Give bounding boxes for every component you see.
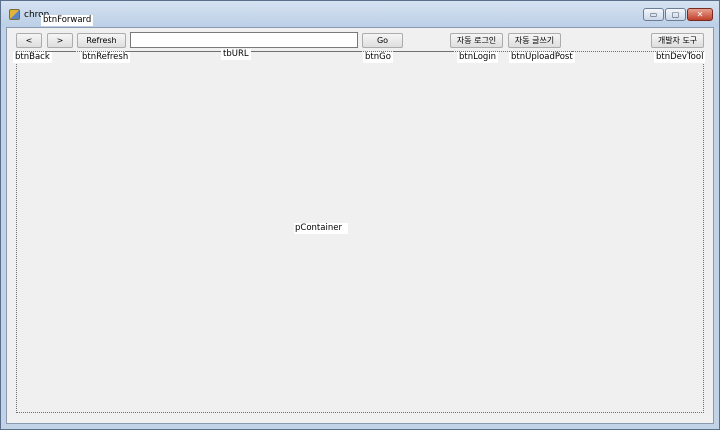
go-button[interactable]: Go (362, 33, 403, 48)
btnDevTool-design-label: btnDevTool (654, 52, 706, 63)
btnBack-design-label: btnBack (13, 52, 52, 63)
url-input[interactable] (130, 32, 358, 48)
auto-login-button[interactable]: 자동 로그인 (450, 33, 503, 48)
btnForward-design-label: btnForward (41, 15, 94, 26)
close-icon: ✕ (696, 9, 704, 19)
window-controls: ▭ ▢ ✕ (643, 8, 713, 21)
btnUploadPost-design-label: btnUploadPost (509, 52, 575, 63)
refresh-button[interactable]: Refresh (77, 33, 126, 48)
content-container-panel[interactable]: pContainer (16, 51, 704, 413)
close-button[interactable]: ✕ (687, 8, 713, 21)
pContainer-design-label: pContainer (294, 223, 348, 234)
app-window: chron ▭ ▢ ✕ btnForward < > Refresh Go 자동… (0, 0, 720, 430)
minimize-button[interactable]: ▭ (643, 8, 664, 21)
title-bar[interactable]: chron ▭ ▢ ✕ (1, 1, 719, 27)
btnGo-design-label: btnGo (363, 52, 393, 63)
forward-button[interactable]: > (47, 33, 73, 48)
app-icon (9, 9, 20, 20)
minimize-icon: ▭ (649, 9, 658, 19)
maximize-icon: ▢ (671, 9, 680, 19)
back-button[interactable]: < (16, 33, 42, 48)
auto-post-button[interactable]: 자동 글쓰기 (508, 33, 561, 48)
devtool-button[interactable]: 개발자 도구 (651, 33, 704, 48)
btnLogin-design-label: btnLogin (457, 52, 499, 63)
maximize-button[interactable]: ▢ (665, 8, 686, 21)
tbURL-design-label: tbURL (221, 49, 251, 60)
form-client-area: < > Refresh Go 자동 로그인 자동 글쓰기 개발자 도구 pCon… (6, 27, 714, 424)
btnRefresh-design-label: btnRefresh (80, 52, 131, 63)
